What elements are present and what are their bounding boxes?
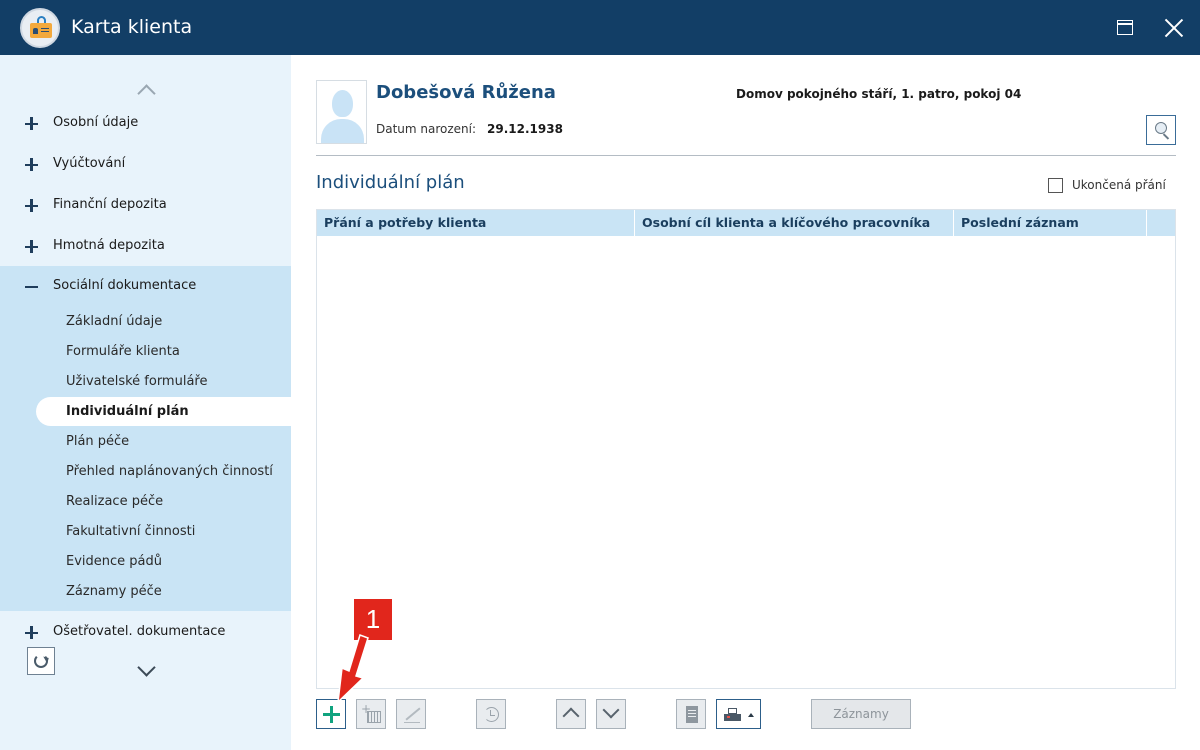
close-button[interactable]: [1159, 13, 1189, 43]
magnifier-icon: [1155, 122, 1167, 134]
maximize-button[interactable]: [1110, 13, 1140, 43]
move-up-button[interactable]: [556, 699, 586, 729]
sidebar-item-hmotna-depozita[interactable]: Hmotná depozita: [0, 226, 291, 267]
subitem-evidence-padu[interactable]: Evidence pádů: [66, 552, 162, 572]
client-photo-placeholder: [316, 80, 367, 144]
annotation-arrow-icon: [337, 634, 369, 704]
client-location: Domov pokojného stáří, 1. patro, pokoj 0…: [736, 87, 1022, 101]
table-header: Přání a potřeby klienta Osobní cíl klien…: [317, 210, 1175, 236]
subitem-formulare-klienta[interactable]: Formuláře klienta: [66, 342, 180, 362]
expand-plus-icon: [25, 158, 38, 171]
dob-value: 29.12.1938: [487, 122, 563, 136]
history-icon: [484, 707, 499, 722]
caret-up-icon: [748, 713, 754, 717]
section-title: Individuální plán: [316, 172, 465, 193]
pencil-icon: [405, 707, 421, 721]
subitem-realizace-pece[interactable]: Realizace péče: [66, 492, 163, 512]
column-header-wishes[interactable]: Přání a potřeby klienta: [317, 210, 635, 236]
sidebar-item-osobni-udaje[interactable]: Osobní údaje: [0, 103, 291, 144]
maximize-icon: [1117, 20, 1133, 35]
subitem-uzivatelske-formulare[interactable]: Uživatelské formuláře: [66, 372, 207, 392]
print-button[interactable]: [716, 699, 761, 729]
subitem-plan-pece[interactable]: Plán péče: [66, 432, 129, 452]
sidebar-item-label: Finanční depozita: [53, 197, 167, 212]
subitem-prehled-naplanovanych-cinnosti[interactable]: Přehled naplánovaných činností: [66, 462, 273, 482]
move-down-button[interactable]: [596, 699, 626, 729]
header-divider: [316, 155, 1176, 156]
history-button[interactable]: [476, 699, 506, 729]
search-button[interactable]: [1146, 115, 1176, 145]
records-button[interactable]: Záznamy: [811, 699, 911, 729]
chevron-up-icon: [562, 707, 580, 725]
refresh-button[interactable]: [27, 647, 55, 675]
finished-wishes-checkbox[interactable]: Ukončená přání: [1048, 177, 1166, 193]
scroll-up-icon[interactable]: [136, 79, 156, 99]
window-title: Karta klienta: [71, 16, 193, 38]
expand-plus-icon: [25, 199, 38, 212]
sidebar-item-label: Ošetřovatel. dokumentace: [53, 624, 226, 639]
calendar-icon: [367, 711, 381, 723]
checkbox-box[interactable]: [1048, 177, 1063, 193]
expand-plus-icon: [25, 240, 38, 253]
column-header-goal[interactable]: Osobní cíl klienta a klíčového pracovník…: [635, 210, 954, 236]
scroll-down-icon[interactable]: [136, 660, 156, 680]
sidebar-item-label: Hmotná depozita: [53, 238, 165, 253]
client-name: Dobešová Růžena: [376, 82, 556, 103]
sidebar-item-vyuctovani[interactable]: Vyúčtování: [0, 144, 291, 185]
plan-table: Přání a potřeby klienta Osobní cíl klien…: [316, 209, 1176, 689]
sidebar: Osobní údaje Vyúčtování Finanční depozit…: [0, 55, 291, 750]
refresh-icon: [34, 654, 48, 668]
checkbox-label: Ukončená přání: [1072, 178, 1166, 192]
column-header-last-record[interactable]: Poslední záznam: [954, 210, 1147, 236]
title-bar: Karta klienta: [0, 0, 1200, 55]
sidebar-item-socialni-dokumentace[interactable]: Sociální dokumentace: [0, 266, 291, 307]
subitem-individualni-plan[interactable]: Individuální plán: [66, 402, 189, 422]
subitem-zaznamy-pece[interactable]: Záznamy péče: [66, 582, 162, 602]
document-icon: [686, 706, 698, 723]
collapse-minus-icon: [25, 280, 38, 293]
expand-plus-icon: [25, 626, 38, 639]
dob-label: Datum narození:: [376, 122, 477, 136]
edit-button[interactable]: [396, 699, 426, 729]
sidebar-item-label: Sociální dokumentace: [53, 278, 197, 293]
person-silhouette-icon: [332, 90, 353, 117]
client-card-icon: [20, 8, 60, 48]
chevron-down-icon: [602, 701, 620, 719]
expand-plus-icon: [25, 117, 38, 130]
sidebar-item-label: Osobní údaje: [53, 115, 139, 130]
sidebar-item-label: Vyúčtování: [53, 156, 126, 171]
subitem-fakultativni-cinnosti[interactable]: Fakultativní činnosti: [66, 522, 195, 542]
subitem-zakladni-udaje[interactable]: Základní údaje: [66, 312, 162, 332]
sidebar-item-financni-depozita[interactable]: Finanční depozita: [0, 185, 291, 226]
printer-icon: [724, 708, 741, 721]
document-button[interactable]: [676, 699, 706, 729]
